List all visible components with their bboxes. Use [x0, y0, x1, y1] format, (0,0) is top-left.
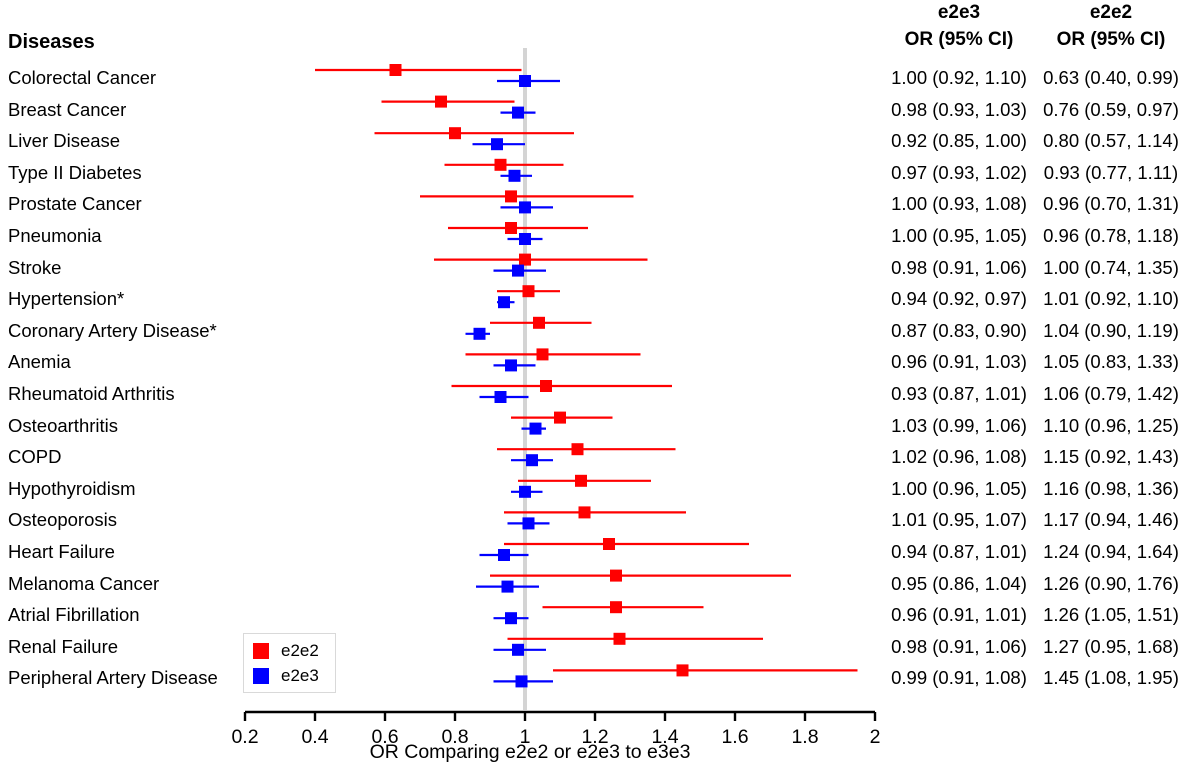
marker-e2e3: [519, 201, 531, 214]
marker-e2e2: [554, 411, 566, 424]
marker-e2e2: [575, 474, 587, 487]
marker-e2e2: [449, 127, 461, 140]
marker-e2e3: [508, 169, 521, 182]
marker-e2e3: [522, 517, 535, 530]
legend-swatch-e2e2: [253, 643, 269, 659]
marker-e2e3: [512, 106, 524, 119]
marker-e2e2: [613, 632, 626, 645]
marker-e2e3: [501, 580, 514, 593]
marker-e2e2: [603, 538, 615, 550]
legend-swatch-e2e3: [253, 668, 269, 684]
marker-e2e2: [610, 569, 622, 582]
marker-e2e2: [536, 348, 549, 361]
forest-plot-canvas: [0, 0, 1200, 770]
marker-e2e3: [519, 75, 531, 87]
marker-e2e3: [529, 422, 542, 435]
marker-e2e3: [498, 549, 510, 561]
marker-e2e3: [512, 264, 524, 277]
marker-e2e3: [512, 643, 524, 656]
marker-e2e2: [533, 316, 545, 329]
x-axis-title: OR Comparing e2e2 or e2e3 to e3e3: [369, 741, 691, 763]
marker-e2e3: [505, 612, 517, 625]
marker-e2e3: [519, 233, 531, 245]
marker-e2e2: [519, 253, 531, 266]
marker-e2e2: [571, 443, 584, 456]
marker-e2e2: [505, 190, 517, 203]
marker-e2e3: [515, 675, 528, 688]
marker-e2e3: [505, 359, 517, 372]
marker-e2e3: [491, 138, 503, 151]
marker-e2e3: [526, 454, 538, 467]
marker-e2e2: [494, 158, 507, 171]
marker-e2e2: [540, 380, 552, 392]
marker-e2e3: [519, 485, 531, 498]
marker-e2e2: [435, 95, 447, 108]
marker-e2e2: [522, 285, 535, 298]
marker-e2e2: [578, 506, 591, 519]
marker-e2e2: [389, 64, 402, 76]
plot-legend: e2e2 e2e3: [243, 633, 336, 693]
marker-e2e2: [610, 601, 622, 614]
marker-e2e3: [473, 327, 486, 340]
marker-e2e3: [494, 391, 507, 403]
marker-e2e2: [505, 222, 517, 234]
marker-e2e3: [498, 296, 510, 309]
legend-label-e2e3: e2e3: [281, 666, 319, 685]
marker-e2e2: [676, 664, 689, 677]
legend-label-e2e2: e2e2: [281, 641, 319, 660]
forest-plot-figure: Diseases e2e3 e2e2 OR (95% CI) OR (95% C…: [0, 0, 1200, 770]
